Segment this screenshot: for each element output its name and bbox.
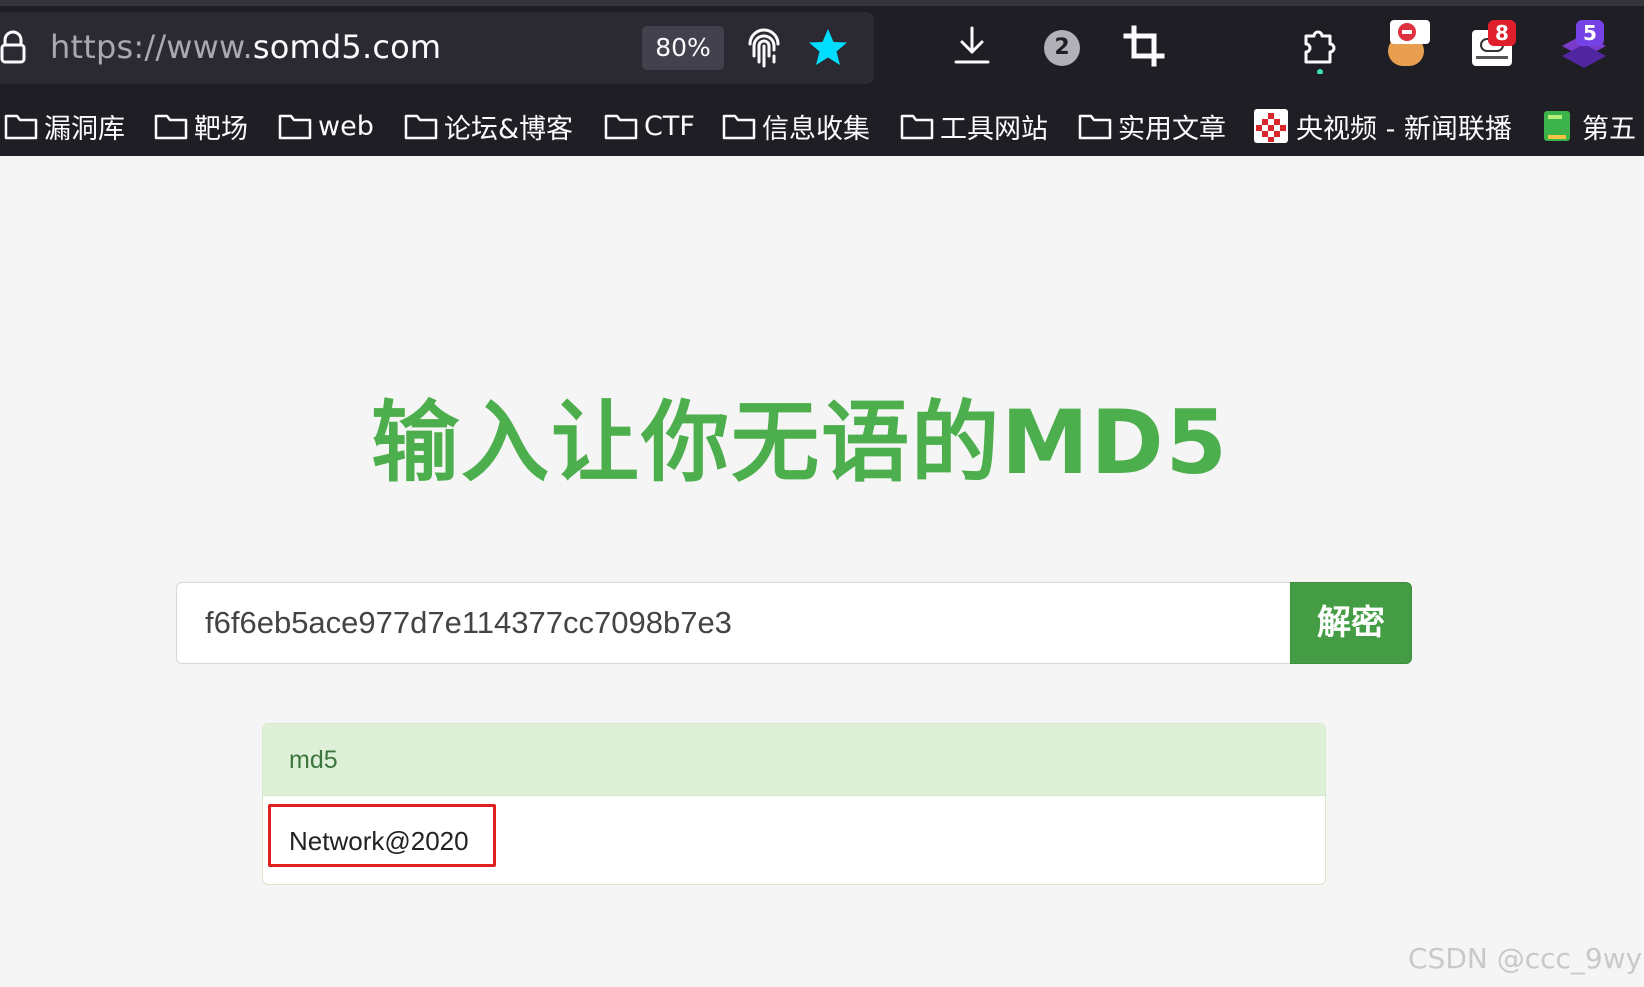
folder-icon bbox=[278, 114, 312, 140]
bookmark-folder[interactable]: 漏洞库 bbox=[4, 106, 125, 146]
folder-icon bbox=[1078, 114, 1112, 140]
bookmark-folder[interactable]: 信息收集 bbox=[722, 106, 870, 146]
bookmark-label: CTF bbox=[644, 110, 695, 142]
folder-icon bbox=[154, 114, 188, 140]
bookmark-label: 工具网站 bbox=[940, 113, 1048, 145]
crop-icon[interactable] bbox=[1122, 22, 1166, 74]
bookmark-label: 漏洞库 bbox=[44, 113, 125, 145]
folder-icon bbox=[604, 114, 638, 140]
bookmark-label: web bbox=[318, 110, 374, 142]
bookmarks-bar: 漏洞库 靶场 web 论坛&博客 CTF 信息收集 工具网站 实用文章 央视频 … bbox=[0, 100, 1644, 150]
extension-blocker-icon[interactable] bbox=[1384, 20, 1430, 68]
extension-badge-count: 8 bbox=[1488, 20, 1516, 46]
bookmark-folder[interactable]: CTF bbox=[604, 106, 695, 146]
tab-strip-edge bbox=[0, 0, 1644, 6]
bookmark-label: 实用文章 bbox=[1118, 113, 1226, 145]
folder-icon bbox=[900, 114, 934, 140]
bookmark-site[interactable]: 第五 bbox=[1540, 106, 1636, 146]
green-book-favicon-icon bbox=[1544, 111, 1570, 141]
counter-icon[interactable]: 2 bbox=[1044, 30, 1080, 66]
bookmark-folder[interactable]: 论坛&博客 bbox=[404, 106, 573, 146]
decrypt-button[interactable]: 解密 bbox=[1290, 582, 1412, 664]
bookmark-folder[interactable]: 工具网站 bbox=[900, 106, 1048, 146]
bookmark-label: 央视频 - 新闻联播 bbox=[1296, 113, 1512, 145]
bookmark-folder[interactable]: 实用文章 bbox=[1078, 106, 1226, 146]
page-title: 输入让你无语的MD5 bbox=[371, 391, 1229, 494]
md5-hash-input[interactable] bbox=[176, 582, 1292, 664]
bookmark-label: 靶场 bbox=[194, 113, 248, 145]
md5-search-form: 解密 bbox=[176, 582, 1412, 664]
browser-chrome: https://www.somd5.com 80% 2 8 5 漏洞库 靶场 w… bbox=[0, 0, 1644, 156]
address-bar[interactable]: https://www.somd5.com 80% bbox=[0, 12, 874, 84]
zoom-level-button[interactable]: 80% bbox=[642, 26, 724, 70]
cctv-favicon-icon bbox=[1254, 109, 1288, 143]
folder-icon bbox=[722, 114, 756, 140]
url-text[interactable]: https://www.somd5.com bbox=[50, 28, 441, 66]
bookmark-folder[interactable]: web bbox=[278, 106, 374, 146]
extensions-icon[interactable] bbox=[1298, 22, 1342, 74]
bookmark-label: 第五 bbox=[1582, 113, 1636, 145]
fingerprint-icon[interactable] bbox=[742, 26, 786, 70]
url-scheme: https://www. bbox=[50, 28, 253, 66]
folder-icon bbox=[4, 114, 38, 140]
decrypted-value: Network@2020 bbox=[289, 826, 469, 856]
bookmark-site[interactable]: 央视频 - 新闻联播 bbox=[1254, 106, 1512, 146]
result-panel-header: md5 bbox=[263, 724, 1325, 796]
download-icon[interactable] bbox=[950, 22, 994, 74]
bookmark-label: 信息收集 bbox=[762, 113, 870, 145]
folder-icon bbox=[404, 114, 438, 140]
result-panel-body: Network@2020 bbox=[263, 796, 1325, 884]
result-panel: md5 Network@2020 bbox=[262, 723, 1326, 885]
url-host: somd5.com bbox=[252, 28, 442, 66]
watermark: CSDN @ccc_9wy bbox=[1408, 942, 1643, 975]
extension-badge-count: 5 bbox=[1576, 20, 1604, 46]
bookmark-folder[interactable]: 靶场 bbox=[154, 106, 248, 146]
lock-icon[interactable] bbox=[0, 30, 26, 64]
star-icon[interactable] bbox=[806, 26, 850, 70]
bookmark-label: 论坛&博客 bbox=[444, 113, 574, 145]
